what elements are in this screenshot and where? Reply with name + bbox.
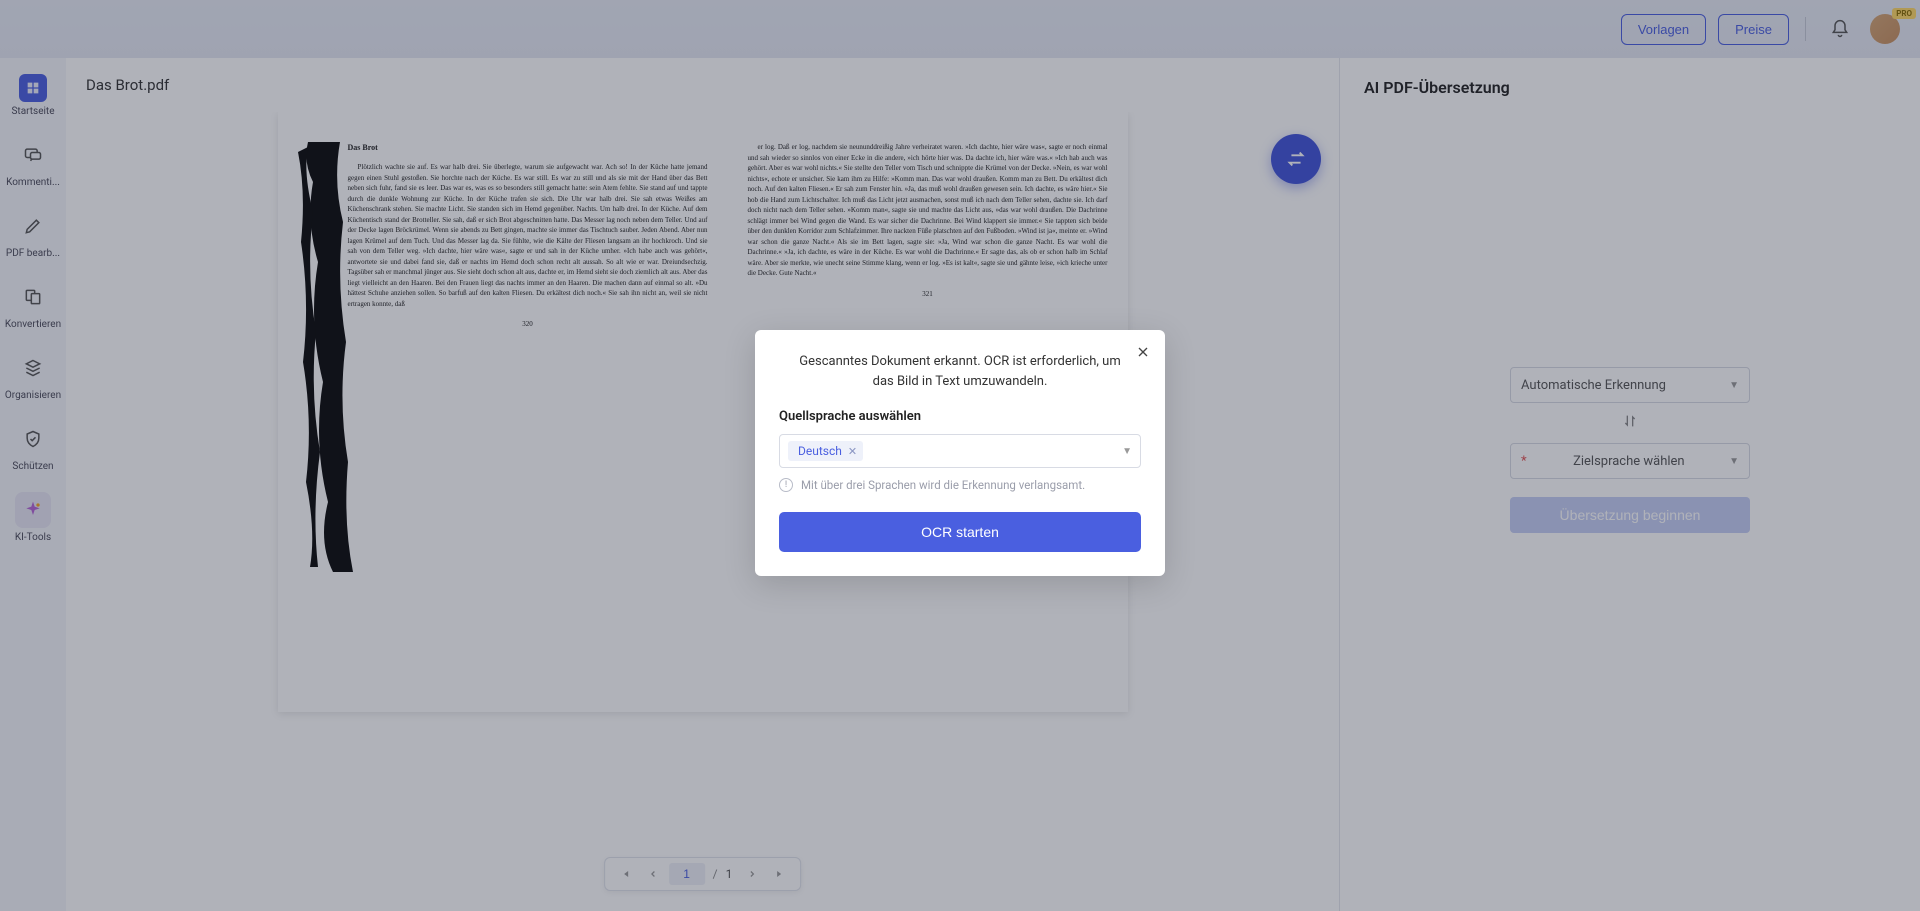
info-icon: ! <box>779 478 793 492</box>
modal-hint-text: Mit über drei Sprachen wird die Erkennun… <box>801 478 1085 492</box>
start-ocr-button[interactable]: OCR starten <box>779 512 1141 552</box>
modal-message: Gescanntes Dokument erkannt. OCR ist erf… <box>779 352 1141 391</box>
modal-language-select[interactable]: Deutsch ✕ ▼ <box>779 434 1141 468</box>
modal-overlay[interactable]: Gescanntes Dokument erkannt. OCR ist erf… <box>0 0 1920 911</box>
ocr-modal: Gescanntes Dokument erkannt. OCR ist erf… <box>755 330 1165 576</box>
language-chip-label: Deutsch <box>798 444 842 458</box>
chip-remove-icon[interactable]: ✕ <box>848 445 857 458</box>
modal-source-language-label: Quellsprache auswählen <box>779 409 1141 424</box>
chevron-down-icon: ▼ <box>1122 446 1132 457</box>
modal-hint: ! Mit über drei Sprachen wird die Erkenn… <box>779 478 1141 492</box>
language-chip: Deutsch ✕ <box>788 441 863 461</box>
close-icon[interactable] <box>1135 344 1151 360</box>
